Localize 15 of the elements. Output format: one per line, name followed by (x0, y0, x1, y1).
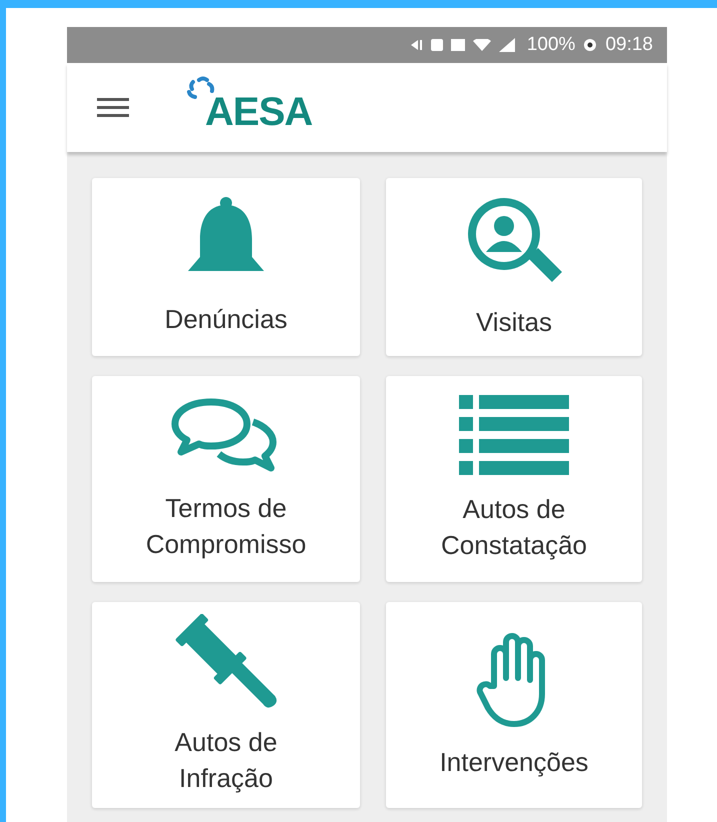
menu-tile[interactable]: Autos de Constatação (386, 376, 642, 582)
alarm-icon (583, 38, 598, 52)
status-time: 09:18 (605, 34, 653, 56)
wifi-icon (472, 39, 491, 51)
menu-tile[interactable]: Intervenções (386, 602, 642, 808)
menu-tile[interactable]: Visitas (386, 178, 642, 356)
app-logo: AESA (205, 90, 312, 135)
mute-icon (410, 39, 423, 51)
battery-percentage: 100% (526, 34, 576, 56)
list-icon (459, 394, 569, 477)
signal-icon (498, 38, 515, 52)
menu-tile[interactable]: Autos de Infração (92, 602, 360, 808)
menu-tile[interactable]: Denúncias (92, 178, 360, 356)
menu-tile[interactable]: Termos de Compromisso (92, 376, 360, 582)
menu-icon[interactable] (97, 98, 129, 118)
